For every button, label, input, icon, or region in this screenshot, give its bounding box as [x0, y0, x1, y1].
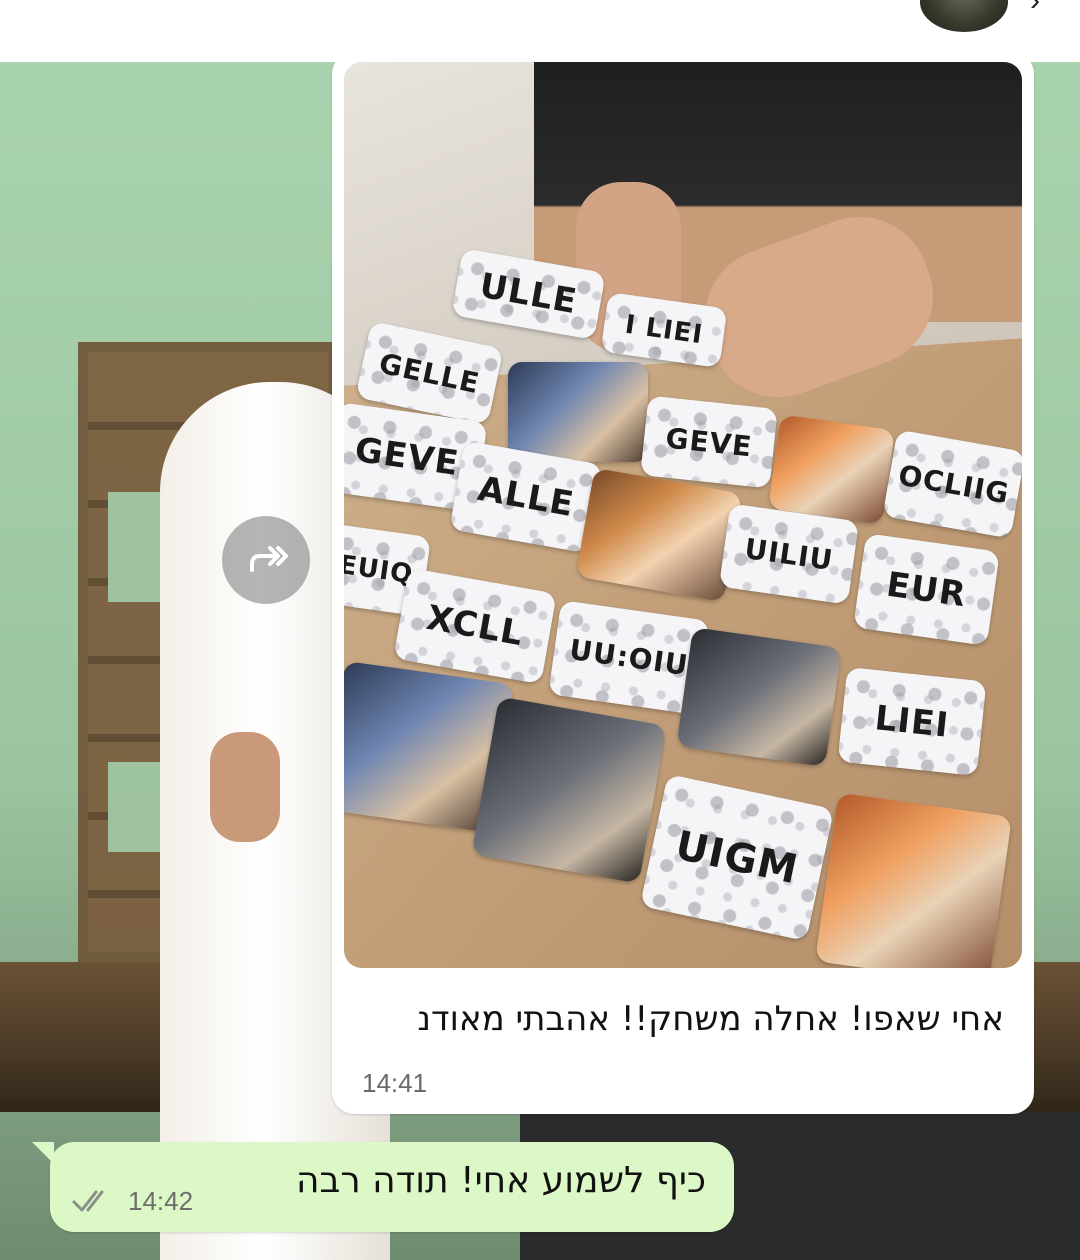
message-text: אחי שאפו! אחלה משחק!! אהבתי מאודנ: [417, 999, 1004, 1039]
memory-card-word: UILIU: [718, 503, 860, 605]
chat-header: ›: [0, 0, 1080, 62]
wallpaper-hand: [210, 732, 280, 842]
message-timestamp: 14:42: [128, 1186, 194, 1216]
memory-card-image: [815, 792, 1012, 968]
card-label: ULLE: [476, 265, 581, 323]
memory-card-image: [508, 362, 648, 462]
outgoing-message-bubble[interactable]: 14:42 כיף לשמוע אחי! תודה רבה: [32, 1142, 734, 1232]
card-label: UIGM: [671, 822, 803, 893]
card-label: XCLL: [423, 597, 527, 655]
memory-card-image: [676, 627, 842, 767]
card-label: OCLIIG: [895, 458, 1013, 510]
card-label: UU:OIU: [567, 632, 691, 683]
forward-button[interactable]: [222, 516, 310, 604]
card-label: GELLE: [376, 346, 483, 400]
incoming-message-bubble[interactable]: ULLE I LIEI GELLE GEVE GEVE OCLIIG ALLE …: [332, 52, 1034, 1114]
card-label: EUR: [884, 564, 969, 615]
memory-card-word: LIEI: [837, 666, 987, 777]
card-label: EUIQ: [344, 549, 416, 591]
card-label: LIEI: [873, 697, 951, 746]
double-check-icon: [72, 1190, 104, 1212]
forward-icon: [250, 546, 288, 572]
card-label: I LIEI: [623, 309, 705, 351]
contact-avatar[interactable]: [920, 0, 1008, 32]
back-arrow-icon[interactable]: ›: [1030, 0, 1060, 16]
memory-card-image: [471, 696, 667, 884]
card-label: UILIU: [742, 531, 836, 577]
message-photo[interactable]: ULLE I LIEI GELLE GEVE GEVE OCLIIG ALLE …: [344, 62, 1022, 968]
card-label: GEVE: [352, 429, 462, 485]
card-label: GEVE: [664, 421, 754, 463]
card-label: ALLE: [474, 468, 578, 526]
memory-card-word: EUR: [853, 533, 1000, 646]
message-text: כיף לשמוע אחי! תודה רבה: [295, 1160, 706, 1201]
message-timestamp: 14:41: [362, 1068, 428, 1098]
memory-card-word: GEVE: [640, 395, 778, 489]
header-title-fragment[interactable]: [0, 0, 360, 10]
memory-card-image: [767, 414, 896, 525]
